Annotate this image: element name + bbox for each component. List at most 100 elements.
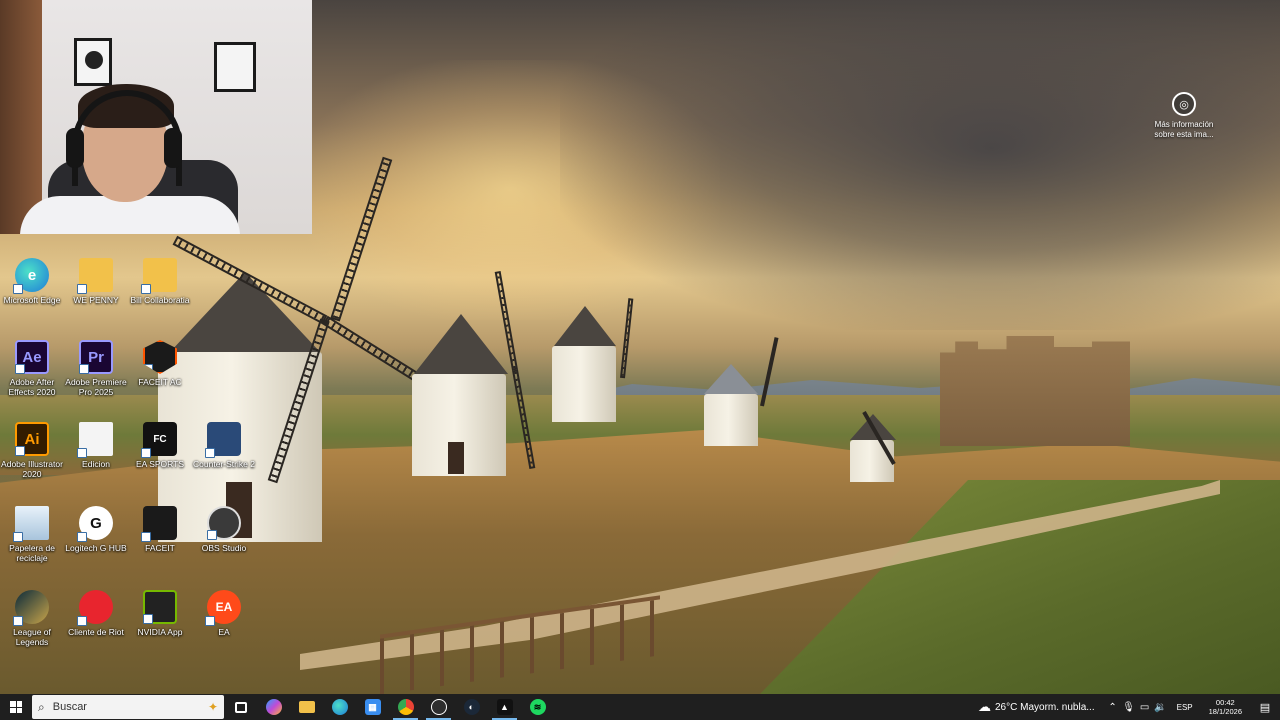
desktop-icon[interactable]: Edicion: [64, 422, 128, 469]
desktop-icon[interactable]: FC EA SPORTS: [128, 422, 192, 469]
shortcut-arrow-icon: [141, 532, 151, 542]
task-view-button[interactable]: [224, 694, 257, 720]
windmill-roof: [704, 364, 758, 394]
desktop-icon-label: Cliente de Riot: [68, 627, 124, 637]
speaker-icon[interactable]: 🔉: [1153, 694, 1169, 720]
headset-cup: [66, 128, 84, 168]
folder-icon: [141, 258, 177, 294]
shortcut-arrow-icon: [141, 448, 151, 458]
start-button[interactable]: [0, 694, 32, 720]
steam-button[interactable]: ◐: [455, 694, 488, 720]
desktop-icon[interactable]: OBS Studio: [192, 506, 256, 553]
picture-frame: [214, 42, 256, 92]
premiere-icon: Pr: [79, 340, 113, 374]
obs-icon: [207, 506, 241, 540]
desktop-icon[interactable]: WE PENNY: [64, 258, 128, 305]
network-icon[interactable]: ▭: [1137, 694, 1153, 720]
edge-icon: [331, 699, 348, 715]
desktop-icon-label: Bill Collaboratia: [130, 295, 190, 305]
chrome-button[interactable]: [389, 694, 422, 720]
edge-icon: e: [13, 258, 49, 294]
after-effects-icon: Ae: [15, 340, 49, 374]
desktop-icon[interactable]: FACEIT AC: [128, 340, 192, 387]
weather-widget[interactable]: ☁ 26°C Mayorm. nubla...: [974, 700, 1105, 715]
desktop-icon[interactable]: NVIDIA App: [128, 590, 192, 637]
steam-icon: ◐: [463, 699, 480, 715]
camera-icon: ◎: [1172, 92, 1196, 116]
icon-glyph: Ae: [22, 348, 42, 366]
desktop-icon[interactable]: Papelera de reciclaje: [0, 506, 64, 563]
desktop-icon-label: Adobe Premiere Pro 2025: [65, 377, 127, 397]
desktop-icon[interactable]: EA EA: [192, 590, 256, 637]
desktop-icon[interactable]: Bill Collaboratia: [128, 258, 192, 305]
search-box[interactable]: ⌕ Buscar ✦: [32, 695, 224, 719]
search-placeholder: Buscar: [52, 701, 87, 713]
cam-wall: [0, 0, 42, 234]
desktop-icon[interactable]: League of Legends: [0, 590, 64, 647]
obs-taskbar-button[interactable]: [422, 694, 455, 720]
copilot-button[interactable]: [257, 694, 290, 720]
edge-button[interactable]: [323, 694, 356, 720]
counter-strike-icon: [205, 422, 241, 458]
desktop-icon[interactable]: Pr Adobe Premiere Pro 2025: [64, 340, 128, 397]
taskbar: ⌕ Buscar ✦ ▦ ◐ ▲ ≋ ☁ 26°C Mayorm. nubla.…: [0, 694, 1280, 720]
spotify-icon: ≋: [529, 699, 546, 715]
desktop-icon-label: NVIDIA App: [137, 627, 183, 637]
logitech-icon: G: [77, 506, 113, 542]
wallpaper-info-label: Más información sobre esta ima...: [1154, 120, 1214, 139]
shortcut-arrow-icon: [13, 532, 23, 542]
windmill-roof: [170, 272, 320, 352]
notification-icon[interactable]: ▤: [1250, 694, 1280, 720]
chevron-up-icon[interactable]: ⌃: [1105, 694, 1121, 720]
shortcut-arrow-icon: [205, 616, 215, 626]
desktop-icon-label: Logitech G HUB: [65, 543, 127, 553]
icon-glyph: G: [90, 514, 102, 532]
desktop-icon[interactable]: e Microsoft Edge: [0, 258, 64, 305]
windmill: [552, 346, 616, 422]
microphone-icon[interactable]: 🎙: [1121, 694, 1137, 720]
nvidia-icon: [143, 590, 177, 624]
shortcut-arrow-icon: [77, 284, 87, 294]
desktop-icon[interactable]: Cliente de Riot: [64, 590, 128, 637]
clock[interactable]: 00:42 18/1/2026: [1201, 698, 1250, 716]
app-button[interactable]: ▲: [488, 694, 521, 720]
desktop-icon-label: Adobe After Effects 2020: [8, 377, 56, 397]
file-explorer-button[interactable]: [290, 694, 323, 720]
desktop-icon[interactable]: Counter-Strike 2: [192, 422, 256, 469]
icon-glyph: Pr: [88, 348, 104, 366]
picture-frame: [74, 38, 112, 86]
desktop-icon[interactable]: Ai Adobe Illustrator 2020: [0, 422, 64, 479]
icon-glyph: e: [27, 266, 37, 284]
icon-glyph: EA: [215, 600, 233, 614]
wallpaper-info-button[interactable]: ◎ Más información sobre esta ima...: [1148, 92, 1220, 140]
desktop-icon[interactable]: Ae Adobe After Effects 2020: [0, 340, 64, 397]
system-tray: ☁ 26°C Mayorm. nubla... ⌃ 🎙 ▭ 🔉 ESP 00:4…: [974, 694, 1280, 720]
desktop-icon-label: FACEIT: [145, 543, 175, 553]
folder-icon: [77, 258, 113, 294]
desktop-icon-label: Edicion: [82, 459, 110, 469]
weather-text: 26°C Mayorm. nubla...: [995, 701, 1095, 713]
desktop-icon-label: FACEIT AC: [138, 377, 182, 387]
icon-glyph: FC: [153, 433, 167, 445]
spotify-button[interactable]: ≋: [521, 694, 554, 720]
app-icon: ▲: [496, 699, 513, 715]
desktop-icon-label: OBS Studio: [201, 543, 247, 553]
recycle-bin-icon: [13, 506, 49, 542]
copilot-icon: [265, 699, 282, 715]
cloud-sun-icon: ☁: [978, 699, 991, 715]
desktop-icon-label: Counter-Strike 2: [193, 459, 255, 469]
input-language[interactable]: ESP: [1169, 703, 1201, 712]
desktop-icon[interactable]: FACEIT: [128, 506, 192, 553]
windows-icon: [10, 701, 22, 713]
search-icon: ⌕: [38, 699, 45, 714]
shortcut-arrow-icon: [143, 614, 153, 624]
windmill: [704, 394, 758, 446]
store-icon: ▦: [364, 699, 381, 715]
document-icon: [77, 422, 113, 458]
store-button[interactable]: ▦: [356, 694, 389, 720]
shortcut-arrow-icon: [79, 364, 89, 374]
illustrator-icon: Ai: [15, 422, 49, 456]
desktop-icon[interactable]: G Logitech G HUB: [64, 506, 128, 553]
task-view-icon: [234, 701, 247, 713]
headset-cup: [164, 128, 182, 168]
